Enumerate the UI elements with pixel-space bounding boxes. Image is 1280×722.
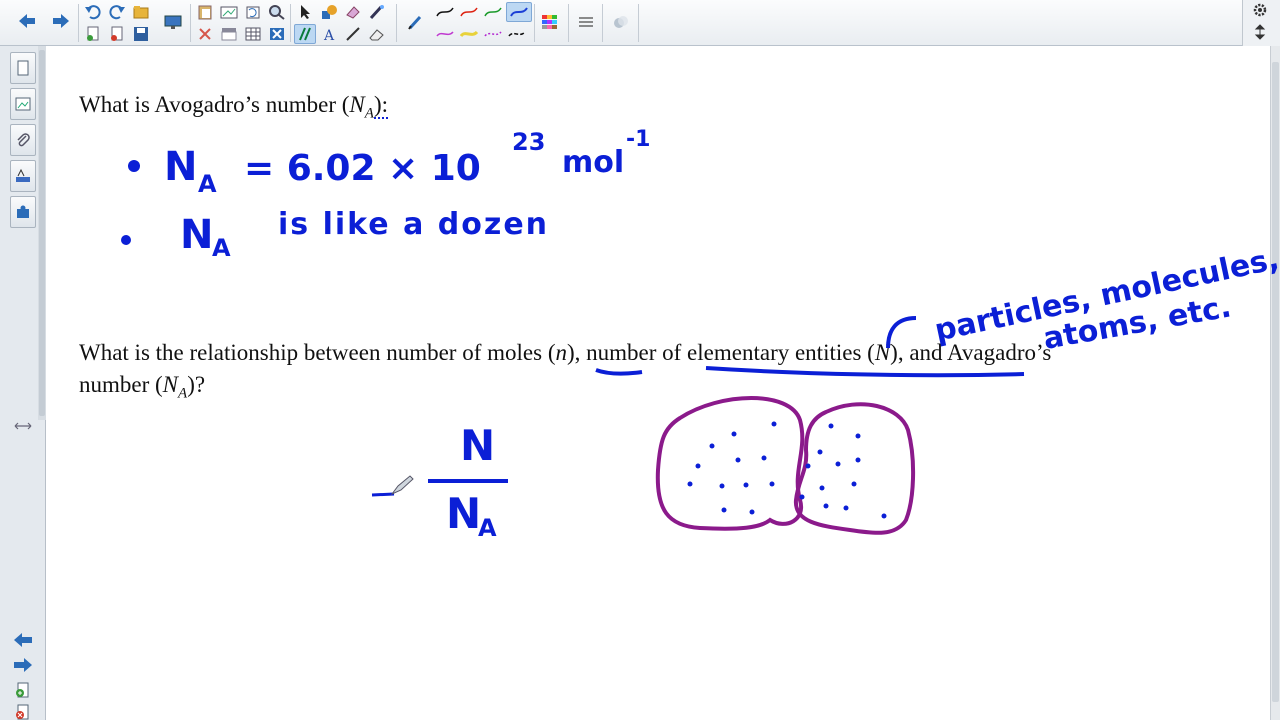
attachments-tab[interactable] — [10, 124, 36, 156]
paperclip-icon — [17, 133, 30, 147]
magic-pen-icon[interactable] — [366, 2, 388, 22]
sidebar-scrollbar[interactable] — [38, 46, 46, 420]
screen-capture-icon[interactable] — [218, 2, 240, 22]
pen-arrow-icon[interactable] — [506, 24, 528, 44]
open-folder-icon[interactable] — [130, 2, 152, 22]
sidebar-tabs — [10, 52, 36, 232]
question-relationship-line2: number (NA)? — [79, 372, 206, 402]
page-icon — [17, 60, 29, 76]
display-screen-icon[interactable] — [160, 10, 186, 34]
table-icon[interactable] — [242, 24, 264, 44]
remove-page-icon[interactable] — [12, 702, 34, 722]
gallery-tab[interactable] — [10, 88, 36, 120]
addons-tab[interactable] — [10, 196, 36, 228]
resize-handle-icon[interactable] — [12, 416, 34, 436]
redo-icon[interactable] — [106, 2, 128, 22]
pen-green-icon[interactable] — [482, 2, 504, 22]
pen-red-icon[interactable] — [458, 2, 480, 22]
screen-shade-icon[interactable] — [218, 24, 240, 44]
undo-icon[interactable] — [82, 2, 104, 22]
scrollbar-thumb[interactable] — [1272, 62, 1279, 702]
line-style-icon[interactable] — [574, 10, 598, 34]
previous-page-icon[interactable] — [12, 630, 34, 650]
select-arrow-icon[interactable] — [294, 2, 316, 22]
question-avogadro-number: What is Avogadro’s number (NA): — [79, 92, 388, 122]
color-palette-icon[interactable] — [538, 10, 562, 34]
svg-text:A: A — [323, 28, 335, 42]
save-icon[interactable] — [130, 24, 152, 44]
vertical-scrollbar[interactable] — [1270, 46, 1280, 720]
sidebar — [0, 46, 46, 720]
pen-yellow-icon[interactable] — [458, 24, 480, 44]
whiteboard-canvas[interactable] — [47, 46, 1270, 720]
gallery-icon — [15, 97, 31, 111]
delete-page-icon[interactable] — [106, 24, 128, 44]
properties-tab[interactable] — [10, 160, 36, 192]
text-tool-icon[interactable]: A — [318, 24, 340, 44]
question-relationship-line1: What is the relationship between number … — [79, 340, 1052, 365]
search-icon[interactable] — [266, 2, 288, 22]
page-sorter-tab[interactable] — [10, 52, 36, 84]
toolbar: A — [0, 0, 1280, 46]
pen-properties-icon[interactable] — [404, 10, 428, 34]
pen-magenta-icon[interactable] — [434, 24, 456, 44]
close-box-icon[interactable] — [266, 24, 288, 44]
eraser-tool-icon[interactable] — [342, 2, 364, 22]
properties-icon — [16, 168, 30, 182]
gear-icon[interactable] — [1249, 0, 1271, 20]
back-arrow-icon[interactable] — [12, 6, 42, 36]
add-page-icon[interactable] — [12, 680, 34, 700]
paste-icon[interactable] — [194, 2, 216, 22]
transparency-icon[interactable] — [608, 10, 634, 34]
puzzle-icon — [17, 205, 29, 218]
new-page-icon[interactable] — [82, 24, 104, 44]
forward-arrow-icon[interactable] — [46, 6, 76, 36]
pen-dashed-icon[interactable] — [482, 24, 504, 44]
pen-black-icon[interactable] — [434, 2, 456, 22]
shapes-icon[interactable] — [318, 2, 340, 22]
move-toolbar-icon[interactable] — [1249, 22, 1271, 42]
eraser-icon[interactable] — [366, 24, 388, 44]
line-tool-icon[interactable] — [342, 24, 364, 44]
pen-blue-icon[interactable] — [506, 2, 532, 22]
pen-tool-icon[interactable] — [294, 24, 316, 44]
next-page-icon[interactable] — [12, 655, 34, 675]
delete-icon[interactable] — [194, 24, 216, 44]
reset-page-icon[interactable] — [242, 2, 264, 22]
